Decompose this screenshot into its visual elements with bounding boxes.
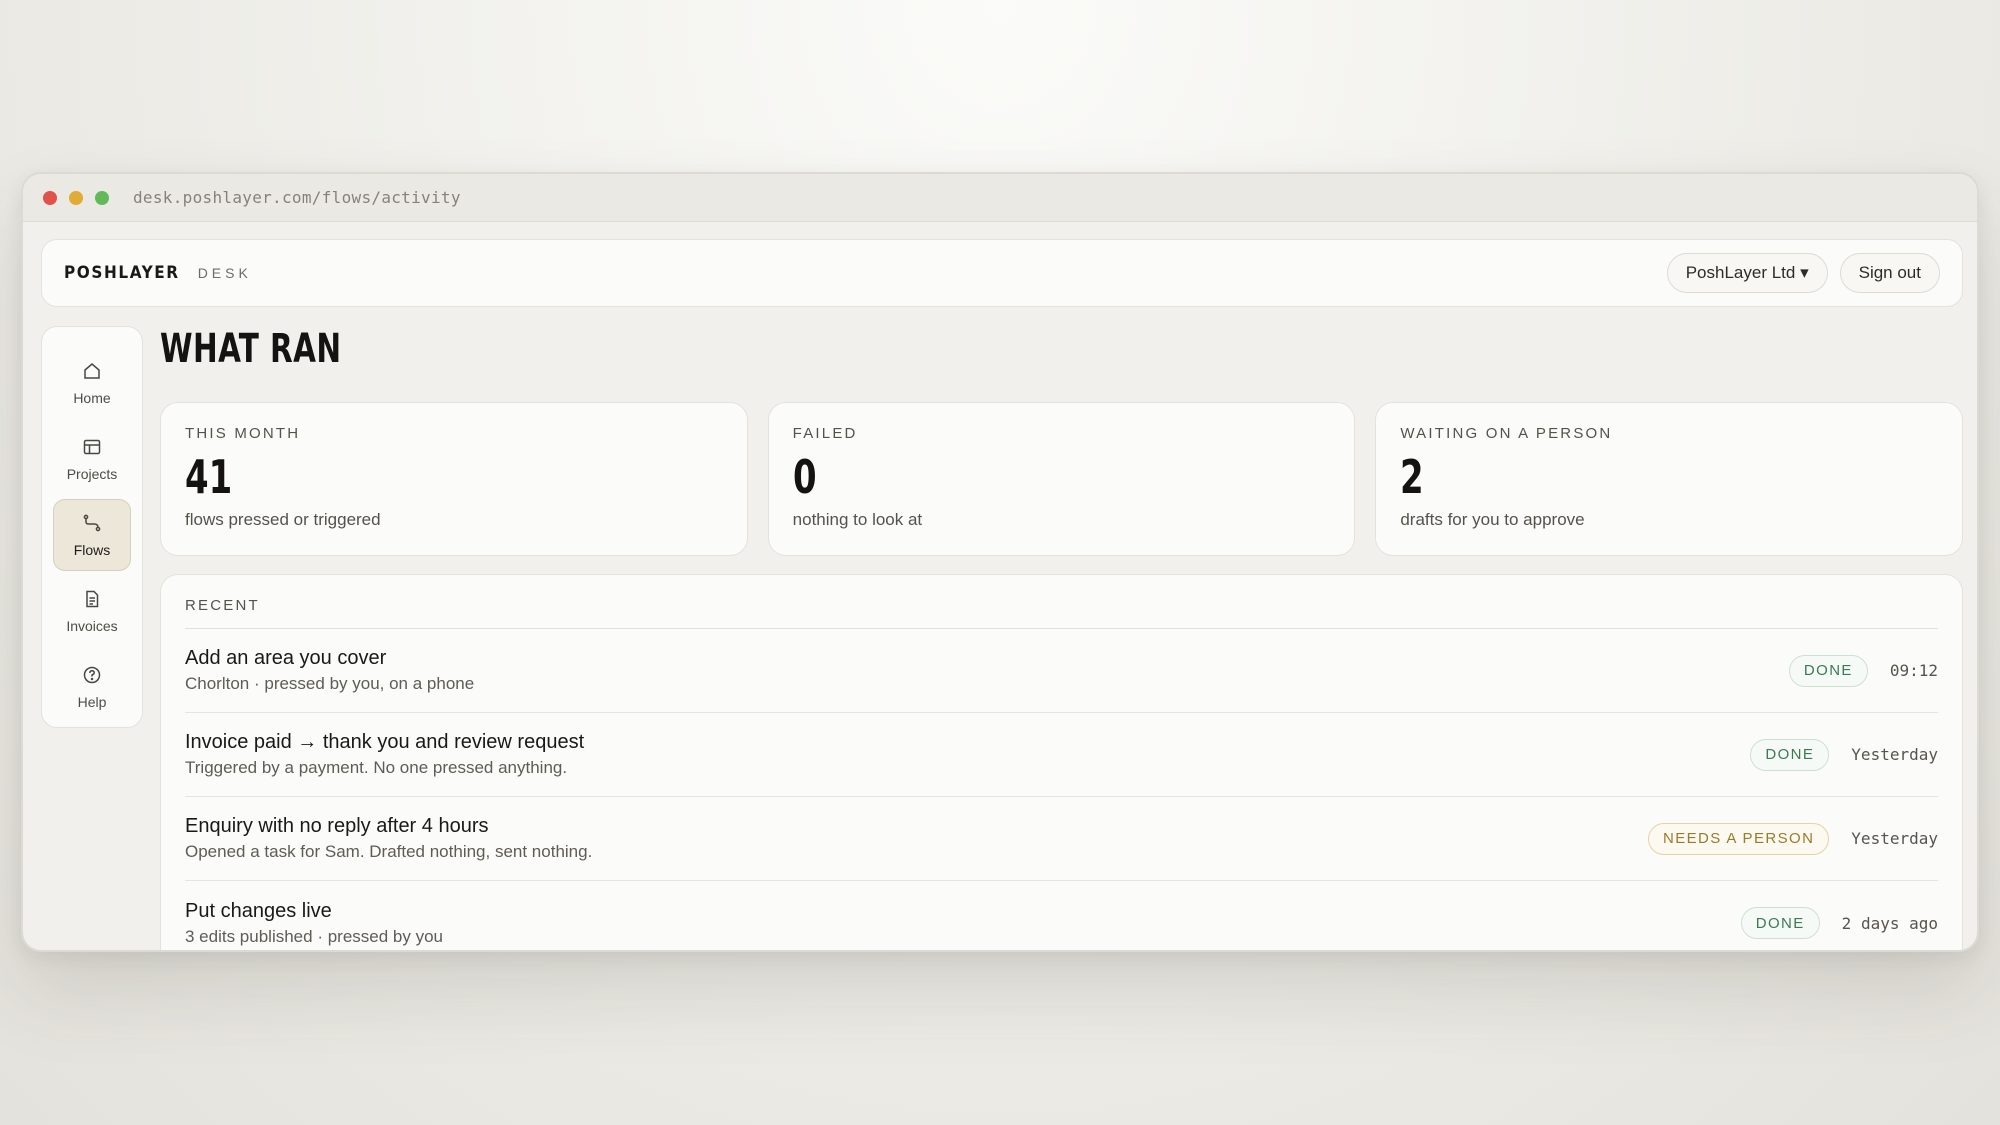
list-item[interactable]: Invoice paid → thank you and review requ… — [185, 713, 1938, 797]
list-item[interactable]: Put changes live 3 edits published · pre… — [185, 881, 1938, 950]
stat-label: FAILED — [792, 425, 858, 442]
sidebar-item-help[interactable]: Help — [53, 651, 131, 723]
stats-row: THIS MONTH 41 flows pressed or triggered… — [160, 402, 1964, 556]
document-icon — [86, 590, 99, 607]
sidebar: Home Projects Flows Invoices Help — [41, 326, 143, 728]
close-window-button[interactable] — [43, 190, 57, 205]
sidebar-item-label: Flows — [73, 541, 111, 558]
stat-caption: nothing to look at — [792, 510, 923, 529]
item-subtitle: Chorlton · pressed by you, on a phone — [185, 674, 475, 693]
item-time: 2 days ago — [1841, 913, 1938, 933]
status-badge: DONE — [1788, 654, 1868, 687]
stat-value: 0 — [792, 450, 817, 504]
brand-subtitle: DESK — [197, 265, 252, 281]
item-time: Yesterday — [1851, 745, 1938, 764]
minimize-window-button[interactable] — [69, 190, 83, 205]
address-bar[interactable]: desk.poshlayer.com/flows/activity — [133, 188, 461, 207]
item-time: Yesterday — [1851, 829, 1938, 848]
sidebar-item-flows[interactable]: Flows — [53, 499, 131, 571]
status-badge: DONE — [1750, 738, 1830, 771]
sidebar-item-label: Home — [73, 389, 111, 406]
browser-titlebar: desk.poshlayer.com/flows/activity — [23, 174, 1977, 222]
item-title: Add an area you cover — [185, 647, 387, 669]
sidebar-item-home[interactable]: Home — [53, 347, 131, 419]
list-item[interactable]: Add an area you cover Chorlton · pressed… — [185, 629, 1938, 713]
status-badge: DONE — [1740, 907, 1820, 939]
stat-label: WAITING ON A PERSON — [1400, 425, 1613, 442]
stat-caption: drafts for you to approve — [1400, 510, 1585, 529]
recent-panel: RECENT Add an area you cover Chorlton · … — [160, 574, 1963, 950]
item-time: 09:12 — [1889, 661, 1938, 680]
table-icon — [83, 439, 101, 454]
list-item[interactable]: Enquiry with no reply after 4 hours Open… — [185, 797, 1938, 881]
brand-logo[interactable]: POSHLAYER — [64, 263, 180, 283]
item-title: Invoice paid → thank you and review requ… — [185, 731, 585, 753]
stat-value: 41 — [185, 450, 233, 504]
stat-card-this-month: THIS MONTH 41 flows pressed or triggered — [160, 402, 748, 556]
sidebar-item-invoices[interactable]: Invoices — [53, 575, 131, 647]
browser-window: desk.poshlayer.com/flows/activity POSHLA… — [21, 172, 1979, 952]
org-switcher-button[interactable]: PoshLayer Ltd ▾ — [1666, 253, 1828, 293]
stat-caption: flows pressed or triggered — [185, 510, 381, 529]
maximize-window-button[interactable] — [95, 190, 109, 205]
sidebar-item-label: Invoices — [66, 617, 118, 634]
sidebar-item-label: Projects — [66, 465, 118, 482]
item-title: Enquiry with no reply after 4 hours — [185, 815, 489, 837]
recent-heading: RECENT — [185, 597, 1938, 629]
home-icon — [84, 362, 100, 379]
sign-out-button[interactable]: Sign out — [1839, 253, 1940, 293]
flow-icon — [83, 514, 101, 531]
app-header: POSHLAYER DESK PoshLayer Ltd ▾ Sign out — [41, 239, 1963, 307]
sidebar-item-projects[interactable]: Projects — [53, 423, 131, 495]
item-subtitle: Triggered by a payment. No one pressed a… — [185, 758, 568, 777]
sidebar-item-label: Help — [77, 693, 107, 710]
stat-card-waiting: WAITING ON A PERSON 2 drafts for you to … — [1375, 402, 1964, 556]
item-subtitle: 3 edits published · pressed by you — [185, 926, 443, 946]
stat-card-failed: FAILED 0 nothing to look at — [767, 402, 1356, 556]
help-icon — [83, 666, 101, 683]
item-title: Put changes live — [185, 899, 332, 922]
stat-label: THIS MONTH — [185, 425, 301, 442]
item-subtitle: Opened a task for Sam. Drafted nothing, … — [185, 842, 593, 861]
status-badge: NEEDS A PERSON — [1647, 822, 1830, 855]
main-content: WHAT RAN THIS MONTH 41 flows pressed or … — [160, 326, 1964, 950]
stat-value: 2 — [1400, 450, 1424, 504]
page-title: WHAT RAN — [160, 326, 342, 372]
